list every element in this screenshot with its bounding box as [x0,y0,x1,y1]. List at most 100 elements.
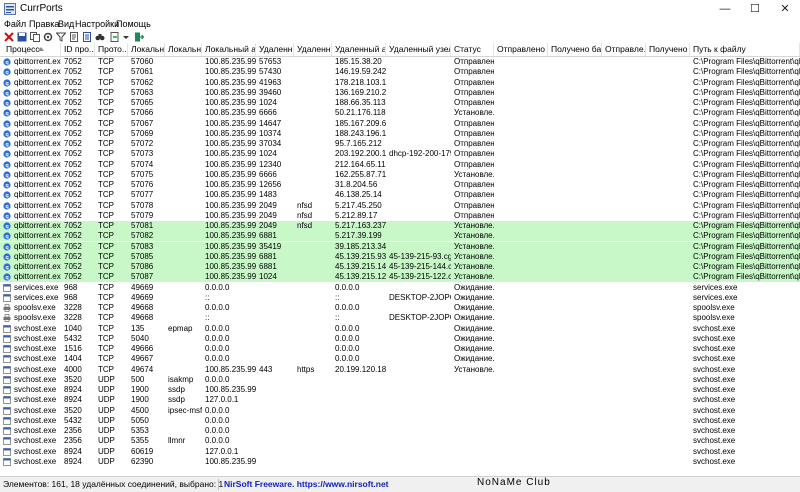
table-cell [454,426,494,436]
menu-help[interactable]: Помощь [114,18,153,31]
save-button[interactable] [17,32,27,42]
column-header[interactable]: Локальн... [165,43,202,56]
table-cell [297,139,332,149]
table-row[interactable]: svchost.exe 8924 UDP 1900 ssdp 127.0.0.1 svcho… [0,395,800,405]
table-row[interactable]: q qbittorrent.exe 7052 TCP 57062 100.85.235.9… [0,78,800,88]
table-cell [605,395,646,405]
table-cell: 188.66.35.113 [335,98,386,107]
table-row[interactable]: q qbittorrent.exe 7052 TCP 57082 100.85.235.9… [0,231,800,242]
find-button[interactable] [95,32,105,42]
table-row[interactable]: q qbittorrent.exe 7052 TCP 57063 100.85.235.9… [0,88,800,98]
table-row[interactable]: svchost.exe 8924 UDP 62390 100.85.235.99 svch… [0,457,800,467]
table-row[interactable]: services.exe 968 TCP 49669::::DESKTOP-2JOPO… [0,293,800,303]
table-cell [297,447,332,457]
table-row[interactable]: svchost.exe 1516 TCP 49666 0.0.0.0 0.0.0.0 Ожи… [0,344,800,354]
nirsoft-link[interactable]: NirSoft Freeware. https://www.nirsoft.ne… [224,479,389,490]
refresh-button[interactable] [110,32,120,42]
column-header[interactable]: Удаленный ад... [332,43,386,56]
column-header[interactable]: Локальный ад... [202,43,256,56]
refresh-dropdown[interactable] [121,32,131,42]
column-header[interactable]: Получено байт [548,43,602,56]
table-cell [649,78,690,88]
table-row[interactable]: svchost.exe 4000 TCP 49674 100.85.235.99 443 h… [0,365,800,375]
table-row[interactable]: q qbittorrent.exe 7052 TCP 57066 100.85.235.9… [0,108,800,118]
table-row[interactable]: q qbittorrent.exe 7052 TCP 57083 100.85.235.9… [0,241,800,252]
table-cell: 7052 [64,149,82,159]
table-row[interactable]: q qbittorrent.exe 7052 TCP 57074 100.85.235.9… [0,160,800,170]
options-button[interactable] [43,32,53,42]
maximize-button[interactable]: ☐ [740,0,770,18]
table-row[interactable]: q qbittorrent.exe 7052 TCP 57076 100.85.235.9… [0,180,800,190]
table-cell: svchost.exe [14,426,57,435]
table-row[interactable]: svchost.exe 8924 UDP 60619 127.0.0.1 svchost.… [0,447,800,457]
table-cell: 45-139-215-93.cgn.... [389,251,451,261]
table-cell [551,57,602,67]
table-row[interactable]: q qbittorrent.exe 7052 TCP 57072 100.85.235.9… [0,139,800,149]
close-connection-button[interactable] [4,32,14,42]
table-row[interactable]: q qbittorrent.exe 7052 TCP 57085 100.85.235.9… [0,251,800,262]
table-row[interactable]: q qbittorrent.exe 7052 TCP 57081 100.85.235.9… [0,221,800,231]
table-cell: qbittorrent.exe [14,231,61,241]
column-header[interactable]: Статус [451,43,494,56]
app-icon [4,3,16,15]
table-row[interactable]: q qbittorrent.exe 7052 TCP 57077 100.85.235.9… [0,190,800,200]
table-row[interactable]: svchost.exe 3520 UDP 500 isakmp 0.0.0.0 svchos… [0,375,800,385]
table-row[interactable]: q qbittorrent.exe 7052 TCP 57075 100.85.235.9… [0,170,800,180]
column-header[interactable]: Локальн... [128,43,165,56]
qbittorrent-icon: q [3,232,11,240]
table-row[interactable]: q qbittorrent.exe 7052 TCP 57078 100.85.235.9… [0,201,800,211]
table-row[interactable]: svchost.exe 1040 TCP 135 epmap 0.0.0.0 0.0.0.0… [0,324,800,334]
table-cell: 3520 [64,405,82,415]
table-row[interactable]: svchost.exe 2356 UDP 5355 llmnr 0.0.0.0 svchos… [0,436,800,446]
column-header[interactable]: Отправлено б... [494,43,548,56]
table-cell: svchost.exe [14,333,57,343]
table-row[interactable]: spoolsv.exe 3228 TCP 49668::::DESKTOP-2JOPO… [0,313,800,323]
column-header[interactable]: Прото... [95,43,128,56]
table-row[interactable]: svchost.exe 2356 UDP 5353 0.0.0.0 svchost.exe [0,426,800,436]
table-row[interactable]: svchost.exe 5432 TCP 5040 0.0.0.0 0.0.0.0 Ожид… [0,334,800,344]
properties-button[interactable] [69,32,79,42]
copy-button[interactable] [30,32,40,42]
column-header[interactable]: Удаленный узел [386,43,451,56]
table-cell: 1024 [259,272,277,282]
table-cell [551,242,602,252]
html-report-button[interactable] [82,32,92,42]
table-row[interactable]: svchost.exe 3520 UDP 4500 ipsec-msft 0.0.0.0 s… [0,406,800,416]
table-row[interactable]: q qbittorrent.exe 7052 TCP 57079 100.85.235.9… [0,211,800,221]
table-row[interactable]: svchost.exe 1404 TCP 49667 0.0.0.0 0.0.0.0 Ожи… [0,354,800,364]
table-row[interactable]: spoolsv.exe 3228 TCP 49668 0.0.0.0 0.0.0.0 Ожи… [0,303,800,313]
table-cell: :: [205,292,210,302]
table-cell: qbittorrent.exe [14,200,61,210]
table-row[interactable]: q qbittorrent.exe 7052 TCP 57065 100.85.235.9… [0,98,800,108]
table-row[interactable]: q qbittorrent.exe 7052 TCP 57086 100.85.235.9… [0,262,800,272]
table-row[interactable]: svchost.exe 5432 UDP 5050 0.0.0.0 svchost.exe [0,416,800,426]
table-row[interactable]: q qbittorrent.exe 7052 TCP 57073 100.85.235.9… [0,149,800,159]
column-header[interactable]: Путь к файлу [690,43,800,56]
table-row[interactable]: svchost.exe 8924 UDP 1900 ssdp 100.85.235.99 s… [0,385,800,395]
table-cell: 41963 [259,77,282,87]
table-cell: :: [335,313,340,323]
menu-file[interactable]: Файл [2,18,28,31]
table-cell: Отправлено [454,87,494,97]
table-row[interactable]: q qbittorrent.exe 7052 TCP 57069 100.85.235.9… [0,129,800,139]
table-row[interactable]: q qbittorrent.exe 7052 TCP 57087 100.85.235.9… [0,272,800,283]
table-cell [168,262,202,272]
column-header[interactable]: Удаленн... [294,43,332,56]
table-row[interactable]: services.exe 968 TCP 49669 0.0.0.0 0.0.0.0 Ожи… [0,283,800,293]
table-row[interactable]: q qbittorrent.exe 7052 TCP 57060 100.85.235.9… [0,57,800,67]
table-cell [605,457,646,467]
column-header[interactable]: Отправле... [602,43,646,56]
exit-button[interactable] [134,32,144,42]
minimize-button[interactable]: — [710,0,740,18]
column-header[interactable]: Получено ... [646,43,690,56]
column-header[interactable]: Процесс [3,43,61,56]
close-button[interactable]: ✕ [770,0,800,18]
column-header[interactable]: ID про... [61,43,95,56]
printer-icon [3,304,11,312]
table-row[interactable]: q qbittorrent.exe 7052 TCP 57061 100.85.235.9… [0,67,800,77]
column-header[interactable]: Удаленн... [256,43,294,56]
filter-button[interactable] [56,32,66,42]
qbittorrent-icon: q [3,181,11,189]
table-row[interactable]: q qbittorrent.exe 7052 TCP 57067 100.85.235.9… [0,119,800,129]
table-cell: qbittorrent.exe [14,210,61,220]
